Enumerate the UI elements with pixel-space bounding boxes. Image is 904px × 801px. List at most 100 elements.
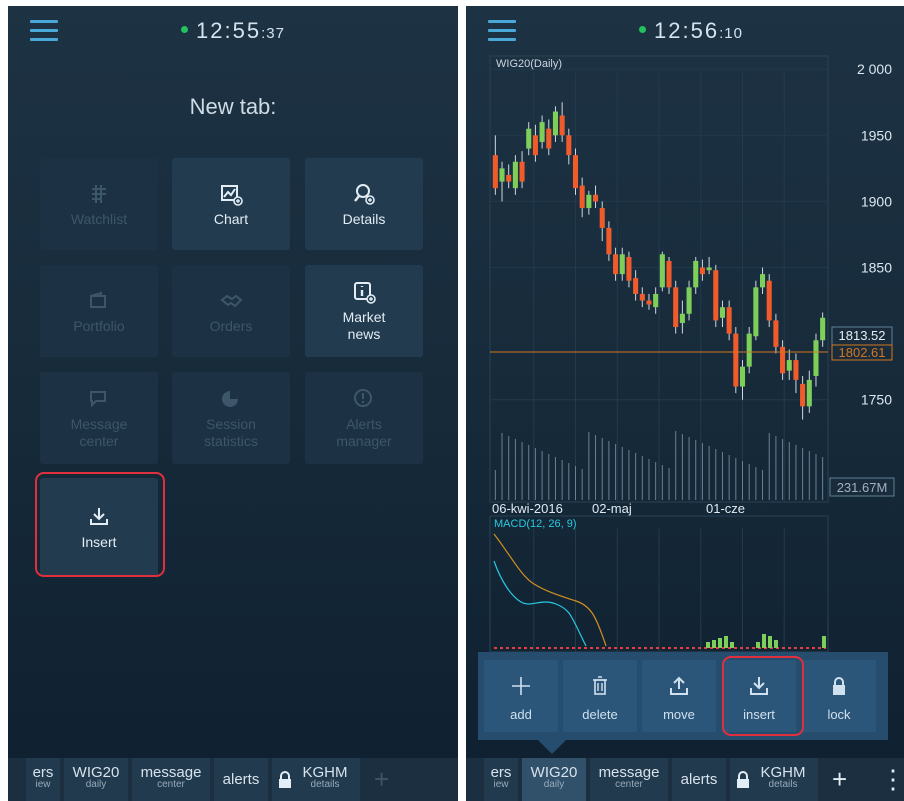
candle — [706, 267, 712, 271]
candle — [780, 346, 786, 374]
connection-status-dot — [181, 25, 189, 33]
page-title: New tab: — [189, 94, 277, 119]
more-options-button[interactable]: ⋮ — [880, 764, 904, 795]
candle — [766, 280, 772, 321]
lock-icon — [737, 771, 749, 788]
wallet-icon — [90, 291, 106, 308]
add-tab-button[interactable]: + — [374, 764, 389, 795]
candle — [552, 111, 558, 136]
y-tick-label: 1750 — [861, 392, 892, 408]
lock-button[interactable]: lock — [802, 660, 876, 732]
candle — [526, 128, 532, 149]
candle — [753, 287, 759, 337]
move-label: move — [663, 707, 695, 722]
candle — [559, 115, 565, 136]
macd-line — [493, 560, 587, 647]
lock-icon — [833, 677, 845, 695]
tile-label-line2: manager — [336, 433, 392, 449]
candle — [566, 135, 572, 156]
macd-histogram-bar — [712, 640, 716, 648]
tile-label: Details — [342, 210, 386, 227]
candle — [739, 366, 746, 387]
tile-message-center: Message center — [40, 372, 158, 464]
tab-message-center[interactable]: message center — [132, 758, 210, 801]
tile-label: Portfolio — [73, 317, 125, 334]
tile-label-line2: statistics — [204, 433, 258, 449]
move-button[interactable]: move — [642, 660, 716, 732]
candle — [512, 161, 518, 189]
tab-kghm[interactable]: KGHM details — [730, 758, 818, 801]
tab-kghm[interactable]: KGHM details — [272, 758, 360, 801]
tile-label: Watchlist — [70, 210, 128, 227]
date-label-apr: 06-kwi-2016 — [492, 501, 563, 516]
tile-label: Session — [206, 416, 256, 432]
candle — [679, 313, 685, 324]
candle — [653, 293, 659, 308]
watchlist-icon — [92, 184, 106, 203]
lock-label: lock — [827, 707, 851, 722]
tile-watchlist: Watchlist — [40, 158, 158, 250]
delete-button[interactable]: delete — [563, 660, 637, 732]
macd-histogram-bar — [706, 642, 710, 648]
delete-label: delete — [582, 707, 618, 722]
y-tick-label: 1850 — [861, 260, 892, 276]
candle — [646, 300, 652, 305]
tile-alerts-manager: Alerts manager — [305, 372, 423, 464]
tab-label: alerts — [222, 771, 260, 788]
candle — [606, 227, 612, 255]
candle — [746, 333, 752, 367]
alert-icon — [354, 389, 372, 407]
macd-histogram-bar — [756, 642, 760, 648]
tile-market-news[interactable]: Market news — [305, 265, 423, 357]
tab-watchlist-partial[interactable]: ers iew — [26, 758, 60, 801]
macd-histogram-bar — [718, 638, 722, 648]
candle — [719, 307, 725, 318]
candle — [773, 320, 779, 347]
tile-details[interactable]: Details — [305, 158, 423, 250]
macd-histogram-bar — [730, 642, 734, 648]
macd-signal-line — [493, 533, 607, 647]
candle — [539, 122, 545, 142]
pie-chart-icon — [222, 391, 238, 407]
candle — [639, 293, 645, 301]
candle — [593, 194, 599, 202]
candle — [666, 260, 672, 288]
candle — [532, 135, 538, 156]
y-tick-label: 2 000 — [857, 61, 892, 77]
tab-alerts[interactable]: alerts — [214, 758, 268, 801]
magnifier-icon — [354, 183, 375, 205]
clock-time: 12:55 — [196, 18, 262, 43]
tab-wig20[interactable]: WIG20 daily — [64, 758, 128, 801]
tab-label: alerts — [680, 771, 718, 788]
candle — [586, 194, 592, 209]
tile-label: Market — [342, 309, 386, 325]
tile-label: Alerts — [346, 416, 382, 432]
tab-sublabel: details — [310, 779, 340, 790]
upload-tray-icon — [670, 676, 688, 695]
add-label: add — [510, 707, 532, 722]
tab-wig20-active[interactable]: WIG20 daily — [522, 758, 586, 801]
candle — [813, 340, 819, 376]
tab-watchlist-partial[interactable]: ers iew — [484, 758, 518, 801]
tile-chart[interactable]: Chart — [172, 158, 290, 250]
candle — [673, 287, 679, 328]
message-bubble-icon — [90, 391, 106, 408]
macd-histogram-bar — [822, 636, 826, 648]
tab-bar: ers iew WIG20 daily message center alerts K… — [8, 758, 458, 801]
tab-alerts[interactable]: alerts — [672, 758, 726, 801]
add-tab-button[interactable]: + — [832, 764, 847, 795]
candle — [699, 267, 705, 275]
popup-pointer — [538, 740, 566, 754]
candle — [633, 278, 639, 294]
new-tab-screen: 12:55:37 New tab: Watchlist Chart Detail… — [8, 6, 458, 801]
add-button[interactable]: add — [484, 660, 558, 732]
tab-message-center[interactable]: message center — [590, 758, 668, 801]
chart-title: WIG20(Daily) — [496, 58, 562, 70]
y-tick-label: 1900 — [861, 193, 892, 209]
candle — [726, 307, 732, 334]
macd-histogram-bar — [724, 636, 728, 648]
candle — [579, 185, 585, 209]
chart-icon — [221, 184, 243, 206]
tab-bar: ers iew WIG20 daily message center alerts K… — [466, 758, 904, 801]
macd-histogram-bar — [774, 640, 778, 648]
